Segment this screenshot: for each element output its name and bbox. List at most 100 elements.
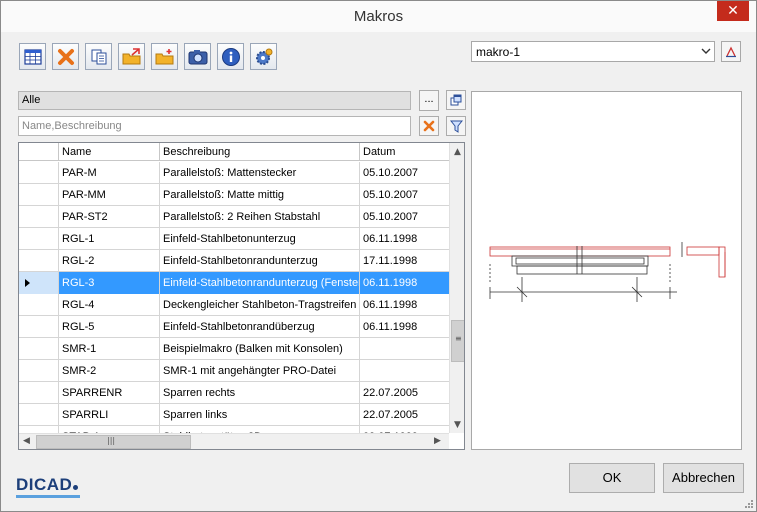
ok-button[interactable]: OK	[569, 463, 655, 493]
header-description[interactable]: Beschreibung	[160, 143, 360, 161]
cell-description: Sparren links	[160, 404, 360, 426]
grid-view-button[interactable]	[19, 43, 46, 70]
vertical-scrollbar[interactable]: ▲ ≡ ▼	[449, 143, 464, 433]
row-marker-cell	[19, 228, 59, 250]
macro-select-value: makro-1	[476, 45, 521, 59]
apply-filter-button[interactable]	[446, 116, 466, 136]
table-row[interactable]: SPARRLI Sparren links 22.07.2005	[19, 404, 449, 426]
cell-name: RGL-4	[59, 294, 160, 316]
cell-name: SMR-2	[59, 360, 160, 382]
table-row[interactable]: RGL-3 Einfeld-Stahlbetonrandunterzug (Fen…	[19, 272, 449, 294]
cell-description: Parallelstoß: 2 Reihen Stabstahl	[160, 206, 360, 228]
row-marker-cell	[19, 404, 59, 426]
cell-name: RGL-1	[59, 228, 160, 250]
scroll-down-icon[interactable]: ▼	[454, 420, 461, 430]
cell-description: Sparren rechts	[160, 382, 360, 404]
cell-date: 17.11.1998	[363, 255, 418, 267]
cell-description: Einfeld-Stahlbetonrandunterzug (Fenster)	[160, 272, 360, 294]
delete-button[interactable]	[52, 43, 79, 70]
chevron-down-icon	[701, 48, 711, 54]
cell-date	[360, 338, 449, 360]
header-date[interactable]: Datum	[360, 143, 449, 161]
scroll-right-icon[interactable]: ▶	[434, 436, 441, 446]
macro-select[interactable]: makro-1	[471, 41, 715, 62]
preview-button[interactable]	[184, 43, 211, 70]
camera-icon	[188, 49, 207, 64]
table-row[interactable]: SPARRENR Sparren rechts 22.07.2005	[19, 382, 449, 404]
beam-section-drawing	[489, 242, 726, 302]
copy-button[interactable]	[85, 43, 112, 70]
row-marker-cell	[19, 294, 59, 316]
grip-icon: ≡	[455, 334, 462, 343]
header-name[interactable]: Name	[59, 143, 160, 161]
cell-name: PAR-ST2	[59, 206, 160, 228]
folder-import-icon	[155, 48, 173, 64]
row-marker-cell	[19, 272, 59, 294]
search-placeholder: Name,Beschreibung	[22, 120, 122, 132]
clear-filter-button[interactable]	[419, 116, 439, 136]
browse-button[interactable]: ...	[419, 90, 439, 111]
table-row[interactable]: PAR-ST2 Parallelstoß: 2 Reihen Stabstahl 0…	[19, 206, 449, 228]
macro-preview	[471, 91, 742, 450]
table-row[interactable]: PAR-M Parallelstoß: Mattenstecker 05.10.20…	[19, 162, 449, 184]
table-row[interactable]: RGL-5 Einfeld-Stahlbetonrandüberzug 06.11.…	[19, 316, 449, 338]
table-row[interactable]: RGL-2 Einfeld-Stahlbetonrandunterzug 17.11…	[19, 250, 449, 272]
cell-date: 06.11.1998	[363, 233, 418, 245]
close-button[interactable]: ✕	[717, 1, 749, 21]
search-input[interactable]: Name,Beschreibung	[18, 116, 411, 136]
row-marker-cell	[19, 338, 59, 360]
category-filter-value: Alle	[22, 94, 41, 106]
cell-date: 06.11.1998	[363, 321, 418, 333]
cell-date: 06.11.1998	[363, 299, 418, 311]
cell-date: 05.10.2007	[363, 167, 419, 179]
macro-edit-icon	[726, 46, 736, 57]
cell-description: Parallelstoß: Mattenstecker	[160, 162, 360, 184]
cell-date: 05.10.2007	[363, 189, 419, 201]
scroll-left-icon[interactable]: ◀	[23, 436, 30, 446]
info-button[interactable]	[217, 43, 244, 70]
cell-name: RGL-5	[59, 316, 160, 338]
windows-icon	[450, 94, 462, 106]
logo-underline	[16, 495, 80, 498]
grip-icon: |||	[107, 436, 116, 445]
cell-name: SMR-1	[59, 338, 160, 360]
title-bar: Makros ✕	[1, 1, 756, 32]
settings-button[interactable]	[250, 43, 277, 70]
horizontal-scroll-thumb[interactable]: |||	[36, 435, 191, 449]
macro-options-button[interactable]	[721, 41, 741, 62]
row-marker-cell	[19, 206, 59, 228]
row-marker-cell	[19, 162, 59, 184]
header-rowmarker	[19, 143, 59, 161]
table-row[interactable]: SMR-1 Beispielmakro (Balken mit Konsolen)	[19, 338, 449, 360]
horizontal-scrollbar[interactable]: ◀ ||| ▶	[19, 433, 449, 449]
cell-description: Einfeld-Stahlbetonrandüberzug	[160, 316, 360, 338]
dicad-logo: DICAD	[16, 475, 79, 495]
macro-table: Name Beschreibung Datum PAR-M Parallelsto…	[18, 142, 465, 450]
folder-export-icon	[122, 47, 140, 64]
vertical-scroll-thumb[interactable]: ≡	[451, 320, 464, 362]
cell-description: Einfeld-Stahlbetonunterzug	[160, 228, 360, 250]
cell-date: 22.07.2005	[363, 387, 419, 399]
row-marker-cell	[19, 382, 59, 404]
grid-table-icon	[23, 48, 42, 65]
table-row[interactable]: PAR-MM Parallelstoß: Matte mittig 05.10.20…	[19, 184, 449, 206]
resize-grip-icon[interactable]	[744, 499, 754, 509]
new-window-button[interactable]	[446, 90, 466, 110]
cell-description: Beispielmakro (Balken mit Konsolen)	[160, 338, 360, 360]
table-row[interactable]: RGL-1 Einfeld-Stahlbetonunterzug 06.11.199…	[19, 228, 449, 250]
export-button[interactable]	[118, 43, 145, 70]
row-marker-cell	[19, 250, 59, 272]
cancel-button[interactable]: Abbrechen	[663, 463, 744, 493]
cell-name: SPARRLI	[59, 404, 160, 426]
row-marker-cell	[19, 360, 59, 382]
cell-description: Deckengleicher Stahlbeton-Tragstreifen	[160, 294, 360, 316]
category-filter[interactable]: Alle	[18, 91, 411, 110]
info-icon	[221, 47, 240, 66]
scroll-up-icon[interactable]: ▲	[454, 147, 461, 157]
import-button[interactable]	[151, 43, 178, 70]
table-row[interactable]: RGL-4 Deckengleicher Stahlbeton-Tragstrei…	[19, 294, 449, 316]
cell-date: 06.11.1998	[360, 272, 449, 294]
logo-dot	[73, 485, 79, 490]
table-row[interactable]: SMR-2 SMR-1 mit angehängter PRO-Datei	[19, 360, 449, 382]
cell-name: RGL-2	[59, 250, 160, 272]
